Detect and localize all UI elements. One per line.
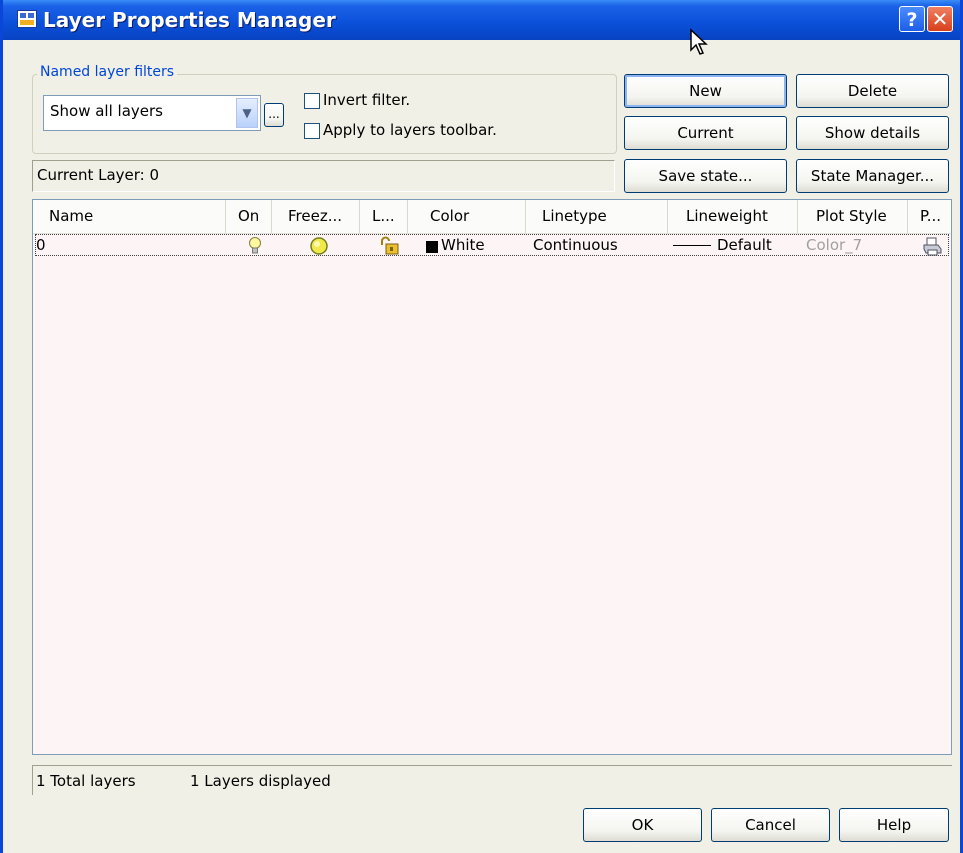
ok-button[interactable]: OK <box>583 808 702 842</box>
apply-to-toolbar-label: Apply to layers toolbar. <box>323 121 497 139</box>
chevron-down-icon[interactable]: ▼ <box>236 98 258 128</box>
layer-list[interactable]: Name On Freez... L... Color Linetype Lin… <box>32 199 952 755</box>
delete-layer-button[interactable]: Delete <box>796 74 949 108</box>
invert-filter-label: Invert filter. <box>323 91 411 109</box>
status-bar: 1 Total layers 1 Layers displayed <box>32 765 952 795</box>
close-button[interactable]: ✕ <box>927 6 953 32</box>
layer-color-cell[interactable]: White <box>441 235 485 255</box>
state-manager-button[interactable]: State Manager... <box>796 159 949 193</box>
cancel-button[interactable]: Cancel <box>711 808 830 842</box>
window-title: Layer Properties Manager <box>43 8 336 32</box>
help-title-button[interactable]: ? <box>899 6 925 32</box>
color-swatch <box>426 241 438 253</box>
layer-lineweight-cell[interactable]: Default <box>717 235 772 255</box>
title-bar[interactable]: Layer Properties Manager ? ✕ <box>3 0 960 40</box>
sun-icon[interactable] <box>309 236 329 256</box>
column-header-name[interactable]: Name <box>33 200 226 233</box>
column-header-on[interactable]: On <box>226 200 272 233</box>
layer-linetype-cell[interactable]: Continuous <box>533 235 618 255</box>
column-header-freeze[interactable]: Freez... <box>272 200 360 233</box>
column-header-plot[interactable]: P... <box>908 200 951 233</box>
new-layer-button[interactable]: New <box>624 74 787 108</box>
layer-filter-value: Show all layers <box>50 102 163 120</box>
total-layers-status: 1 Total layers <box>36 772 136 790</box>
column-header-color[interactable]: Color <box>408 200 526 233</box>
filter-browse-button[interactable]: ... <box>264 103 284 127</box>
unlock-icon[interactable] <box>379 236 401 256</box>
layer-properties-dialog: Layer Properties Manager ? ✕ Named layer… <box>0 0 963 853</box>
column-header-plot-style[interactable]: Plot Style <box>798 200 908 233</box>
column-header-lineweight[interactable]: Lineweight <box>668 200 798 233</box>
layer-filter-dropdown[interactable]: Show all layers ▼ <box>43 95 261 131</box>
save-state-button[interactable]: Save state... <box>624 159 787 193</box>
layer-name-cell[interactable]: 0 <box>36 235 46 255</box>
layer-plot-style-cell: Color_7 <box>806 236 863 254</box>
lineweight-sample-line <box>673 245 711 246</box>
show-details-button[interactable]: Show details <box>796 116 949 150</box>
help-button[interactable]: Help <box>839 808 949 842</box>
current-layer-field: Current Layer: 0 <box>32 160 615 192</box>
column-header-linetype[interactable]: Linetype <box>526 200 668 233</box>
lightbulb-icon[interactable] <box>248 236 262 256</box>
layer-list-header: Name On Freez... L... Color Linetype Lin… <box>33 200 951 234</box>
apply-to-toolbar-checkbox[interactable] <box>304 123 320 139</box>
current-button[interactable]: Current <box>624 116 787 150</box>
app-icon <box>17 10 37 28</box>
invert-filter-checkbox[interactable] <box>304 93 320 109</box>
current-layer-label: Current Layer: 0 <box>37 166 160 184</box>
mouse-cursor-icon <box>690 28 708 55</box>
named-layer-filters-label: Named layer filters <box>37 64 178 80</box>
displayed-layers-status: 1 Layers displayed <box>190 772 331 790</box>
printer-icon[interactable] <box>922 236 942 256</box>
column-header-lock[interactable]: L... <box>360 200 408 233</box>
